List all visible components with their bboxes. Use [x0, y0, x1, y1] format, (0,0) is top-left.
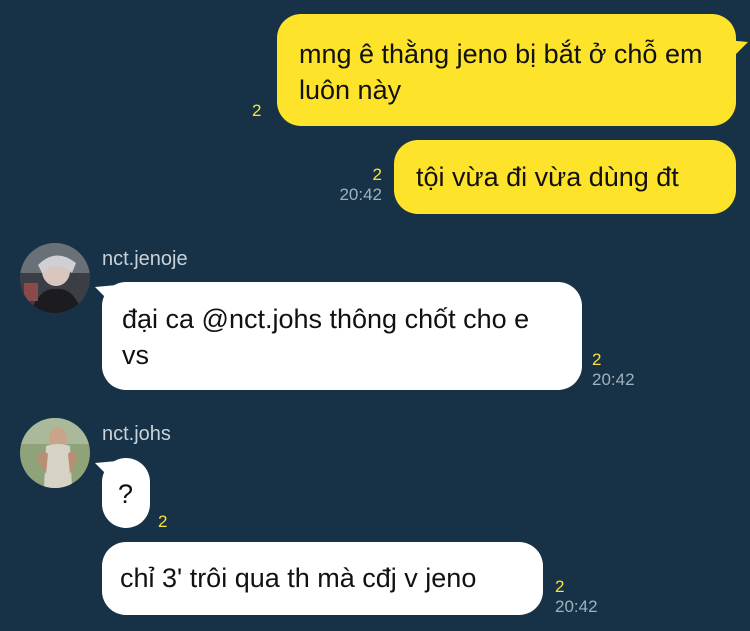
message-text: đại ca @nct.johs thông chốt cho e vs [122, 304, 530, 370]
unread-count: 2 [158, 512, 168, 531]
user-avatar-photo-icon [20, 418, 90, 488]
bubble-tail [726, 40, 748, 60]
timestamp: 20:42 [592, 370, 635, 389]
unread-count: 2 [252, 101, 262, 120]
message-meta: 2 20:42 [555, 577, 598, 617]
avatar[interactable] [20, 243, 90, 313]
outgoing-message-bubble[interactable]: mng ê thằng jeno bị bắt ở chỗ em luôn nà… [277, 14, 736, 126]
unread-count: 2 [555, 577, 565, 596]
timestamp: 20:42 [339, 185, 382, 204]
message-text: mng ê thằng jeno bị bắt ở chỗ em luôn nà… [299, 39, 703, 105]
incoming-message-bubble[interactable]: đại ca @nct.johs thông chốt cho e vs [102, 282, 582, 390]
outgoing-message-bubble[interactable]: tội vừa đi vừa dùng đt [394, 140, 736, 214]
bubble-tail [95, 461, 117, 481]
message-meta: 2 [252, 101, 261, 121]
message-text: tội vừa đi vừa dùng đt [416, 162, 679, 192]
incoming-message-bubble[interactable]: chỉ 3' trôi qua th mà cđj v jeno [102, 542, 543, 615]
timestamp: 20:42 [555, 597, 598, 616]
message-meta: 2 [158, 512, 167, 532]
sender-name: nct.jenoje [102, 248, 188, 270]
message-text: ? [118, 479, 134, 509]
unread-count: 2 [372, 165, 382, 184]
user-avatar-photo-icon [20, 243, 90, 313]
message-meta: 2 20:42 [326, 165, 382, 205]
unread-count: 2 [592, 350, 602, 369]
bubble-tail [95, 285, 117, 305]
message-text: chỉ 3' trôi qua th mà cđj v jeno [120, 563, 477, 593]
sender-name: nct.johs [102, 423, 171, 445]
message-meta: 2 20:42 [592, 350, 635, 390]
avatar[interactable] [20, 418, 90, 488]
